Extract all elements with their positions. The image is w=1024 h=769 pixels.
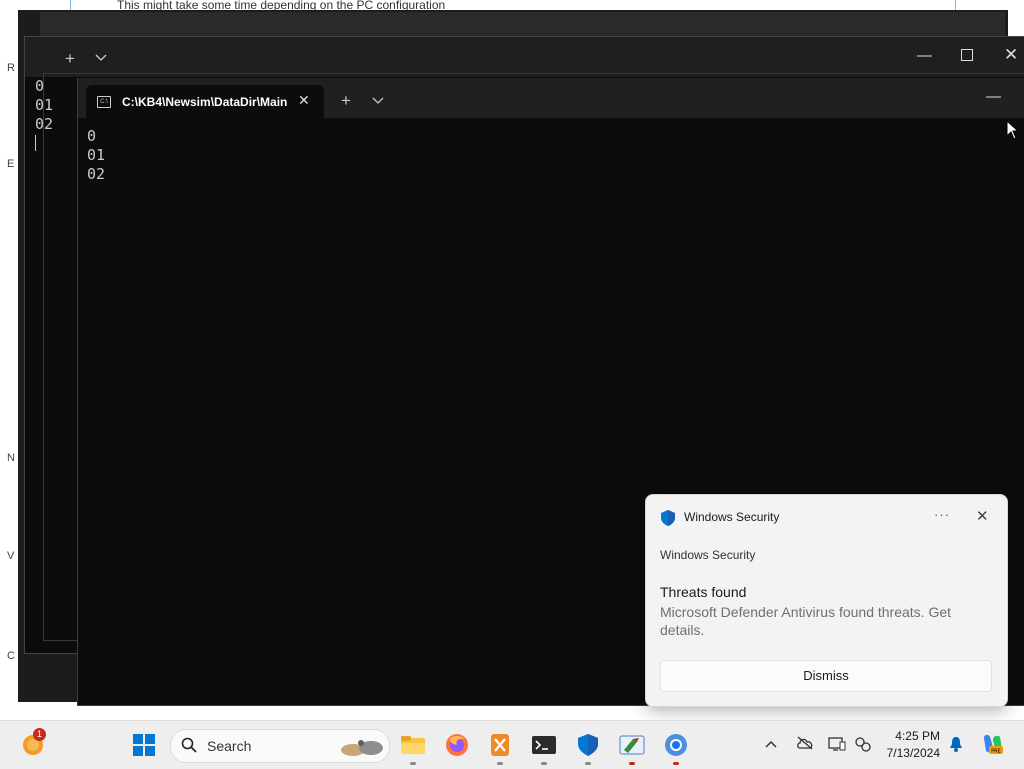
running-indicator xyxy=(585,762,591,765)
notification-app-name: Windows Security xyxy=(684,510,780,524)
running-indicator xyxy=(541,762,547,765)
copilot-pre-icon[interactable]: PRE xyxy=(981,732,1005,761)
tab-dropdown-chevron-icon[interactable] xyxy=(95,51,107,65)
shield-icon xyxy=(660,509,676,532)
chrome-icon[interactable] xyxy=(662,731,690,765)
mouse-pointer-icon xyxy=(1006,119,1020,145)
left-edge-glyph: E xyxy=(7,158,15,170)
output-line: 0 xyxy=(35,77,45,95)
clock-date[interactable]: 7/13/2024 xyxy=(870,746,940,760)
left-edge-glyph: V xyxy=(7,550,15,562)
search-placeholder: Search xyxy=(207,738,252,754)
background-document-text: This might take some time depending on t… xyxy=(117,0,446,10)
left-edge-strip: R E N V C xyxy=(0,40,18,720)
running-indicator xyxy=(629,762,635,765)
terminal-icon[interactable] xyxy=(530,731,558,765)
firefox-icon[interactable] xyxy=(443,731,471,759)
notification-source: Windows Security xyxy=(660,548,756,562)
onedrive-offline-icon[interactable] xyxy=(796,736,814,753)
output-line: 01 xyxy=(35,96,54,114)
output-line: 02 xyxy=(35,115,54,133)
new-tab-button[interactable]: + xyxy=(341,91,351,111)
terminal-front-tabbar: C:\ C:\KB4\Newsim\DataDir\Main ✕ + — xyxy=(78,78,1024,118)
background-window-titlebar xyxy=(40,12,1005,36)
running-indicator xyxy=(497,762,503,765)
minimize-button[interactable]: — xyxy=(986,88,1001,105)
security-notification[interactable]: Windows Security ··· ✕ Windows Security … xyxy=(645,494,1008,707)
windows-security-icon[interactable] xyxy=(574,731,602,765)
dismiss-button[interactable]: Dismiss xyxy=(660,660,992,692)
search-highlight-icon xyxy=(339,738,385,761)
output-line: 0 xyxy=(87,127,97,145)
search-icon xyxy=(181,737,197,758)
terminal-tab[interactable]: C:\ C:\KB4\Newsim\DataDir\Main ✕ xyxy=(86,85,324,118)
start-menu-icon[interactable] xyxy=(130,731,158,759)
display-monitor-icon[interactable] xyxy=(828,736,846,755)
pen-app-icon[interactable] xyxy=(618,731,646,765)
terminal-back-tabbar: + — ✕ xyxy=(25,37,1024,77)
taskbar-search-box[interactable]: Search xyxy=(170,729,390,763)
running-indicator xyxy=(410,762,416,765)
maximize-button[interactable] xyxy=(961,49,973,61)
tab-dropdown-chevron-icon[interactable] xyxy=(372,94,384,108)
svg-text:PRE: PRE xyxy=(991,749,1001,755)
notification-body: Microsoft Defender Antivirus found threa… xyxy=(660,604,952,638)
notification-count-badge: 1 xyxy=(33,728,46,741)
taskbar: 1 Search 4:25 PM 7/13/2024 PRE xyxy=(0,720,1024,769)
terminal-back-output: 0 01 02 xyxy=(35,77,53,134)
output-line: 02 xyxy=(87,165,106,183)
running-indicator xyxy=(673,762,679,765)
file-explorer-icon[interactable] xyxy=(399,731,427,765)
close-notification-button[interactable]: ✕ xyxy=(976,507,989,525)
minimize-button[interactable]: — xyxy=(917,47,932,64)
text-cursor xyxy=(35,135,36,151)
show-hidden-icons-button[interactable] xyxy=(765,736,777,751)
terminal-front-output: 0 01 02 xyxy=(87,127,105,184)
left-edge-glyph: N xyxy=(7,452,15,464)
left-edge-glyph: R xyxy=(7,62,15,74)
notification-title: Threats found xyxy=(660,584,747,600)
command-prompt-icon: C:\ xyxy=(97,96,111,108)
left-edge-glyph: C xyxy=(7,650,15,662)
output-line: 01 xyxy=(87,146,106,164)
tab-title: C:\KB4\Newsim\DataDir\Main xyxy=(122,95,288,109)
app-x-icon[interactable] xyxy=(486,731,514,765)
new-tab-button[interactable]: + xyxy=(65,49,75,69)
close-button[interactable]: ✕ xyxy=(1004,45,1018,65)
more-options-button[interactable]: ··· xyxy=(934,507,950,522)
notification-bell-icon[interactable] xyxy=(949,736,963,757)
clock-time[interactable]: 4:25 PM xyxy=(880,729,940,743)
tab-close-button[interactable]: ✕ xyxy=(298,92,310,109)
